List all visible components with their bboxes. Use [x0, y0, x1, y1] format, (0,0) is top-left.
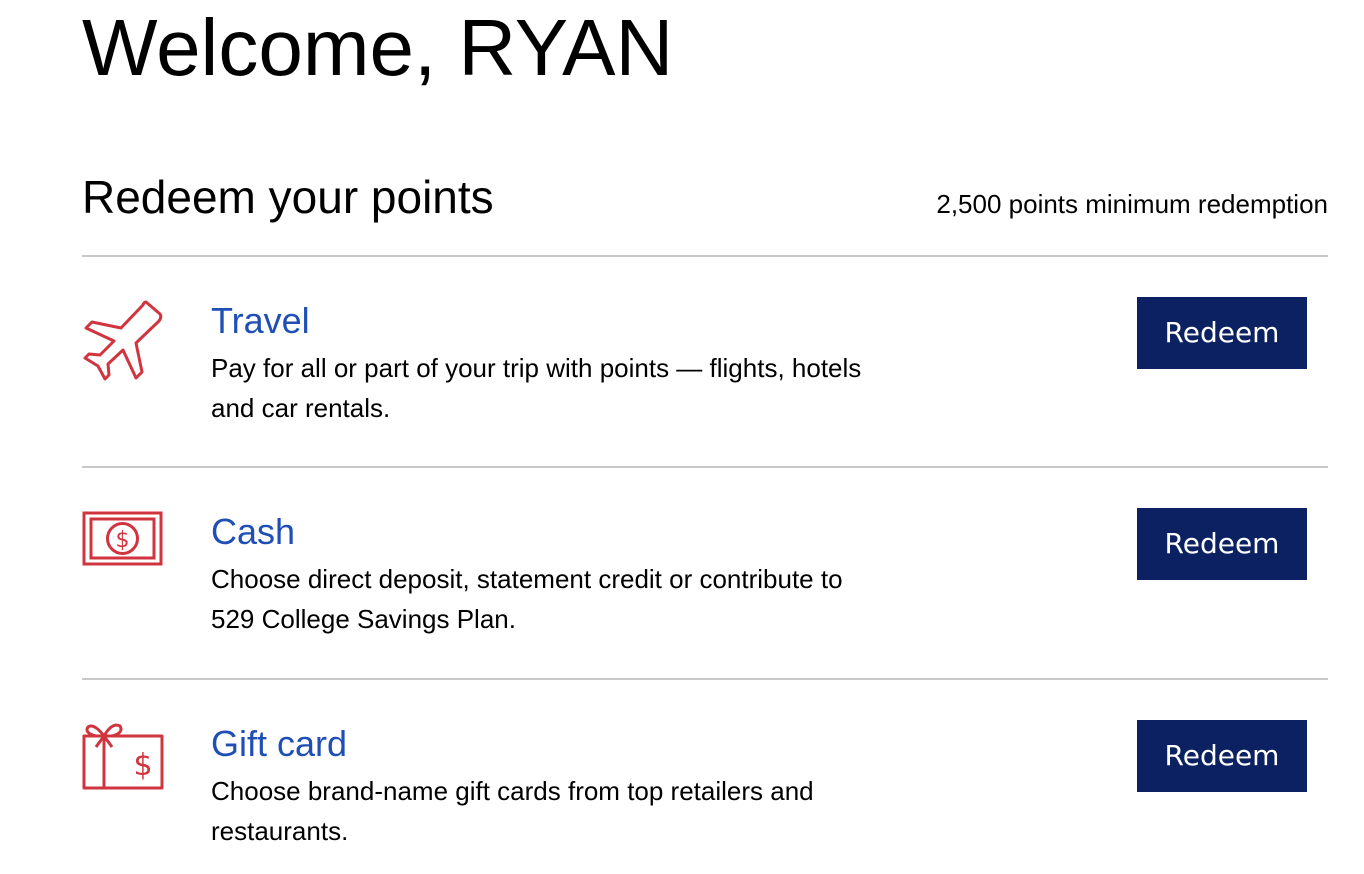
option-gift-card-title[interactable]: Gift card [211, 723, 347, 765]
welcome-heading: Welcome, RYAN [82, 3, 674, 92]
redeem-gift-card-button[interactable]: Redeem [1137, 720, 1307, 792]
cash-bill-icon: $ [82, 511, 164, 593]
redeem-cash-button[interactable]: Redeem [1137, 508, 1307, 580]
option-travel-description: Pay for all or part of your trip with po… [211, 353, 862, 423]
airplane-icon [82, 300, 164, 382]
option-travel-title[interactable]: Travel [211, 300, 310, 342]
option-gift-card: $ Gift card Choose brand-name gift cards… [82, 720, 1328, 874]
redeem-travel-button[interactable]: Redeem [1137, 297, 1307, 369]
divider [82, 678, 1328, 680]
option-cash: $ Cash Choose direct deposit, statement … [82, 508, 1328, 691]
svg-text:$: $ [133, 748, 152, 783]
option-cash-description: Choose direct deposit, statement credit … [211, 564, 843, 634]
section-title: Redeem your points [82, 171, 494, 223]
redeem-section-header: Redeem your points 2,500 points minimum … [82, 170, 1328, 228]
minimum-redemption-note: 2,500 points minimum redemption [936, 189, 1328, 219]
gift-card-icon: $ [82, 723, 164, 805]
option-travel: Travel Pay for all or part of your trip … [82, 297, 1328, 480]
redeem-page: Welcome, RYAN Redeem your points 2,500 p… [0, 0, 1364, 874]
divider [82, 466, 1328, 468]
option-gift-card-description: Choose brand-name gift cards from top re… [211, 776, 814, 846]
option-cash-title[interactable]: Cash [211, 511, 295, 553]
svg-text:$: $ [116, 528, 130, 553]
divider [82, 255, 1328, 257]
